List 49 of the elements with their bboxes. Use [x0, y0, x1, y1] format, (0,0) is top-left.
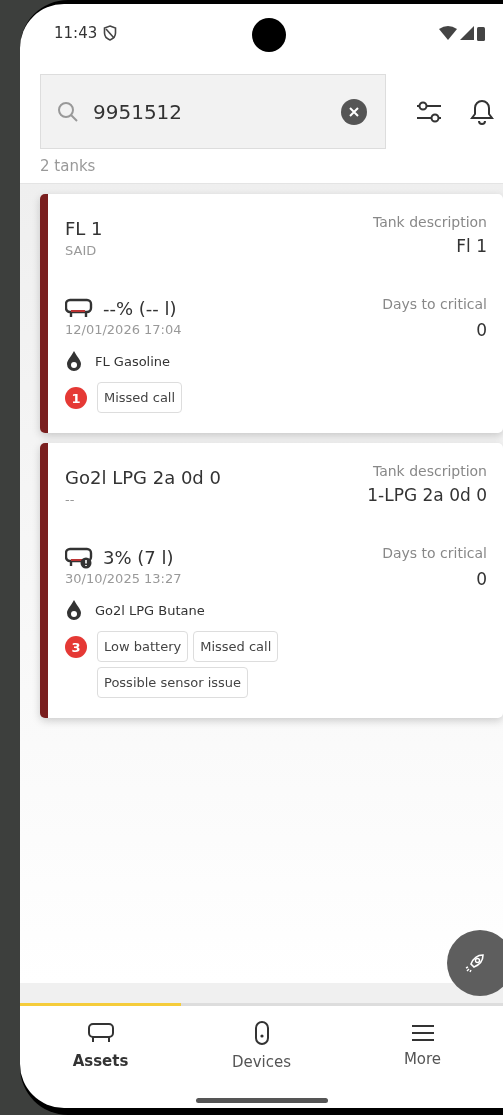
alert-tag: Missed call	[97, 382, 183, 413]
tank-icon	[87, 1022, 114, 1044]
result-count: 2 tanks	[39, 156, 97, 177]
filter-icon[interactable]	[416, 100, 442, 123]
tank-name: FL 1	[65, 218, 103, 239]
tank-name: Go2l LPG 2a 0d 0	[65, 467, 221, 488]
level-reading: 3% (7 l)	[103, 546, 174, 568]
tank-card[interactable]: Go2l LPG 2a 0d 0 -- Tank description 1-LPG 2a 0d 0 3% (7 l) 30/10/2025 13:27 Days to critical 0 Go2l LPG Butane 3 Low battery Missed call Possible sensor issue	[40, 443, 503, 718]
tank-subtitle: --	[65, 492, 76, 507]
product-name: Go2l LPG Butane	[95, 602, 205, 618]
critical-days: 0	[476, 320, 487, 340]
wifi-icon	[439, 26, 457, 40]
product-name: FL Gasoline	[95, 353, 171, 369]
reading-timestamp: 12/01/2026 17:04	[65, 322, 182, 337]
tank-icon	[65, 296, 93, 320]
tank-card[interactable]: FL 1 SAID Tank description Fl 1 --% (-- l) 12/01/2026 17:04 Days to critical 0 FL Gasoline 1 Missed call	[40, 194, 503, 433]
search-icon	[57, 100, 79, 123]
device-icon	[254, 1021, 269, 1045]
alert-tag: Low battery	[97, 631, 189, 662]
notification-icon[interactable]	[470, 98, 494, 125]
menu-icon	[410, 1024, 435, 1042]
critical-label: Days to critical	[382, 296, 487, 312]
nav-tab[interactable]: More	[342, 1006, 503, 1086]
rocket-icon	[463, 951, 487, 975]
nav-tab[interactable]: Devices	[181, 1006, 342, 1086]
signal-icon	[460, 26, 474, 40]
tank-subtitle: SAID	[65, 243, 98, 258]
search-input[interactable]: 9951512	[93, 99, 341, 124]
tank-description: Fl 1	[456, 236, 487, 256]
tank-description: 1-LPG 2a 0d 0	[367, 485, 487, 505]
shield-icon	[103, 25, 118, 41]
alert-count: 3	[65, 636, 87, 658]
level-reading: --% (-- l)	[103, 297, 177, 319]
nav-tab[interactable]: Assets	[20, 1006, 181, 1086]
alert-count: 1	[65, 387, 87, 409]
drop-icon	[65, 599, 83, 621]
status-time: 11:43	[54, 24, 98, 42]
critical-label: Days to critical	[382, 545, 487, 561]
description-label: Tank description	[372, 214, 487, 230]
battery-icon	[477, 25, 485, 41]
alert-tag: Possible sensor issue	[97, 667, 249, 698]
clear-icon[interactable]	[341, 98, 367, 125]
camera-cutout	[252, 18, 286, 52]
tank-warning-icon	[65, 545, 93, 569]
alert-tag: Missed call	[193, 631, 279, 662]
critical-days: 0	[476, 569, 487, 589]
drop-icon	[65, 350, 83, 372]
reading-timestamp: 30/10/2025 13:27	[65, 571, 182, 586]
description-label: Tank description	[372, 463, 487, 479]
